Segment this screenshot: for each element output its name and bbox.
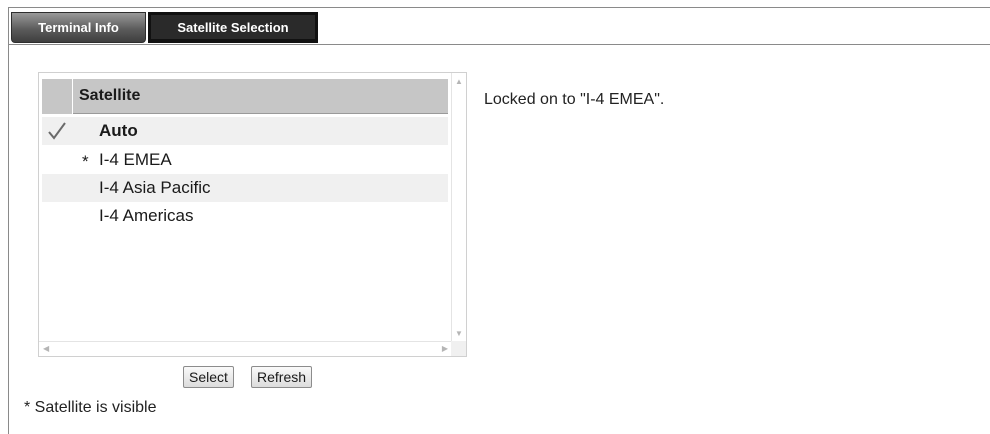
visibility-footnote: * Satellite is visible	[24, 399, 157, 416]
visibility-mark: *	[82, 152, 89, 171]
satellite-column-header[interactable]: Satellite	[73, 79, 448, 114]
satellite-row-i4-americas[interactable]: I-4 Americas	[42, 202, 448, 230]
tab-satellite-selection[interactable]: Satellite Selection	[148, 12, 318, 43]
tab-terminal-info-label: Terminal Info	[38, 20, 119, 35]
vertical-scrollbar[interactable]: ▲ ▼	[451, 73, 466, 343]
satellite-list-panel: Satellite Auto * I-4 EMEA I-4 Asia Pacif…	[38, 72, 467, 357]
select-button[interactable]: Select	[183, 366, 234, 388]
satellite-name: I-4 Americas	[99, 206, 194, 225]
lock-status-message: Locked on to "I-4 EMEA".	[484, 91, 665, 108]
refresh-button[interactable]: Refresh	[251, 366, 313, 388]
scroll-left-arrow-icon[interactable]: ◀	[43, 345, 49, 353]
horizontal-scrollbar[interactable]: ◀ ▶	[39, 341, 452, 356]
scroll-up-arrow-icon[interactable]: ▲	[455, 78, 463, 86]
satellite-name: I-4 Asia Pacific	[99, 178, 211, 197]
satellite-row-auto[interactable]: Auto	[42, 117, 448, 145]
scroll-down-arrow-icon[interactable]: ▼	[455, 330, 463, 338]
scrollbar-corner	[451, 341, 466, 356]
row-checkbox[interactable]	[42, 117, 72, 145]
tab-bar: Terminal Info Satellite Selection	[9, 8, 990, 45]
row-checkbox[interactable]	[42, 146, 72, 174]
scroll-right-arrow-icon[interactable]: ▶	[442, 345, 448, 353]
satellite-name: Auto	[99, 121, 138, 140]
satellite-grid: Satellite Auto * I-4 EMEA I-4 Asia Pacif…	[39, 73, 452, 343]
checkmark-icon	[48, 122, 66, 140]
row-checkbox[interactable]	[42, 202, 72, 230]
satellite-name: I-4 EMEA	[99, 150, 172, 169]
satellite-row-i4-asia-pacific[interactable]: I-4 Asia Pacific	[42, 174, 448, 202]
tab-terminal-info[interactable]: Terminal Info	[11, 12, 146, 43]
tab-satellite-selection-label: Satellite Selection	[177, 19, 289, 35]
satellite-row-i4-emea[interactable]: * I-4 EMEA	[42, 146, 448, 174]
checkbox-column-header	[42, 79, 73, 114]
row-checkbox[interactable]	[42, 174, 72, 202]
